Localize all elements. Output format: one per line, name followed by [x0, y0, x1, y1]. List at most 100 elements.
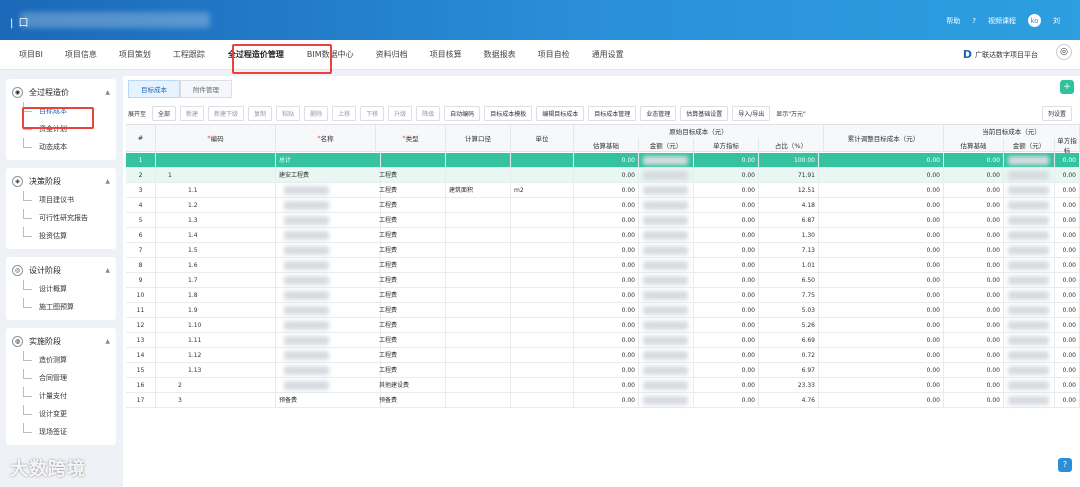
nav-item-2[interactable]: 项目策划 [108, 49, 162, 60]
blurred-amount [643, 336, 688, 345]
sidebar-item-0-2[interactable]: 动态成本 [6, 138, 116, 156]
table-row[interactable]: 2 1 建安工程费 工程费 0.00 0.00 71.91 0.00 0.00 0.00 [126, 168, 1080, 183]
toolbar-button-9[interactable]: 自动编码 [444, 105, 481, 121]
cell-base: 0.00 [574, 183, 639, 198]
blurred-amount [643, 396, 688, 405]
expand-select[interactable]: 全部 [152, 105, 177, 121]
sidebar-item-3-2[interactable]: 计量支付 [6, 387, 116, 405]
table-row[interactable]: 15 1.13 工程费 0.00 0.00 6.97 0.00 0.00 0.00 [126, 363, 1080, 378]
column-settings-button[interactable]: 列设置 [1041, 105, 1072, 121]
table-row[interactable]: 4 1.2 工程费 0.00 0.00 4.18 0.00 0.00 0.00 [126, 198, 1080, 213]
table-row[interactable]: 10 1.8 工程费 0.00 0.00 7.75 0.00 0.00 0.00 [126, 288, 1080, 303]
blurred-name [284, 231, 329, 240]
tab-target-cost[interactable]: 目标成本 [128, 80, 180, 98]
cell-adj: 0.00 [824, 153, 944, 168]
cell-type: 预备费 [376, 393, 446, 408]
nav-item-0[interactable]: 项目BI [8, 49, 54, 60]
sidebar-group-header-1[interactable]: ◈ 决策阶段 ▲ [6, 172, 116, 191]
sidebar-item-3-4[interactable]: 现场签证 [6, 423, 116, 441]
cell-cu: 0.00 [1055, 243, 1080, 258]
toolbar-button-15[interactable]: 导入/导出 [732, 105, 771, 121]
cell-cu: 0.00 [1055, 153, 1080, 168]
nav-item-7[interactable]: 项目核算 [419, 49, 473, 60]
nav-item-9[interactable]: 项目自检 [527, 49, 581, 60]
cell-ui: 0.00 [694, 168, 759, 183]
blurred-amount [1008, 261, 1049, 270]
sidebar-item-3-3[interactable]: 设计变更 [6, 405, 116, 423]
help-link[interactable]: 帮助 [946, 16, 960, 26]
cell-n: 15 [126, 363, 156, 378]
toolbar-button-12[interactable]: 目标成本管理 [588, 105, 637, 121]
toolbar-button-10[interactable]: 目标成本模板 [484, 105, 533, 121]
nav-item-8[interactable]: 数据报表 [473, 49, 527, 60]
video-course-link[interactable]: 视频课程 [988, 16, 1016, 26]
cell-type: 工程费 [376, 318, 446, 333]
cell-calc [446, 393, 511, 408]
avatar[interactable]: ko [1028, 14, 1041, 27]
table-row[interactable]: 1 总计 0.00 0.00 100.00 0.00 0.00 0.00 [126, 153, 1080, 168]
window-icon[interactable]: ◎ [1056, 44, 1072, 60]
toolbar-button-13[interactable]: 业态管理 [640, 105, 677, 121]
toolbar-button-0[interactable]: 新建 [180, 105, 205, 121]
nav-item-6[interactable]: 资料归档 [365, 49, 419, 60]
cell-calc [446, 198, 511, 213]
table-row[interactable]: 13 1.11 工程费 0.00 0.00 6.69 0.00 0.00 0.00 [126, 333, 1080, 348]
table-row[interactable]: 8 1.6 工程费 0.00 0.00 1.01 0.00 0.00 0.00 [126, 258, 1080, 273]
sidebar-group-header-0[interactable]: ◉ 全过程造价 ▲ [6, 83, 116, 102]
sidebar-item-2-0[interactable]: 设计概算 [6, 280, 116, 298]
toolbar-button-2[interactable]: 复制 [248, 105, 273, 121]
table-row[interactable]: 16 2 其他建设费 0.00 0.00 23.33 0.00 0.00 0.00 [126, 378, 1080, 393]
table-row[interactable]: 11 1.9 工程费 0.00 0.00 5.03 0.00 0.00 0.00 [126, 303, 1080, 318]
blurred-name [284, 201, 329, 210]
cell-ratio: 6.69 [759, 333, 819, 348]
table-row[interactable]: 12 1.10 工程费 0.00 0.00 5.26 0.00 0.00 0.00 [126, 318, 1080, 333]
cell-base: 0.00 [574, 153, 639, 168]
toolbar-button-11[interactable]: 编辑目标成本 [536, 105, 585, 121]
floating-help-icon[interactable]: ? [1058, 458, 1072, 472]
top-bar: | 口 帮助 ? 视频课程 ko 刘 [0, 0, 1080, 40]
table-row[interactable]: 6 1.4 工程费 0.00 0.00 1.30 0.00 0.00 0.00 [126, 228, 1080, 243]
cell-ui: 0.00 [694, 288, 759, 303]
cell-code [156, 153, 276, 168]
help-icon[interactable]: ? [972, 17, 976, 25]
chevron-up-icon[interactable]: ▲ [105, 89, 110, 96]
cell-adj: 0.00 [824, 348, 944, 363]
sidebar-item-3-0[interactable]: 造价测算 [6, 351, 116, 369]
sidebar-item-2-1[interactable]: 施工图预算 [6, 298, 116, 316]
table-row[interactable]: 5 1.3 工程费 0.00 0.00 6.87 0.00 0.00 0.00 [126, 213, 1080, 228]
sidebar-group-header-2[interactable]: ◎ 设计阶段 ▲ [6, 261, 116, 280]
platform-label[interactable]: D 广联达数字项目平台 [963, 48, 1038, 61]
nav-item-10[interactable]: 通用设置 [581, 49, 635, 60]
sidebar-item-1-2[interactable]: 投资估算 [6, 227, 116, 245]
toolbar-button-5[interactable]: 上移 [332, 105, 357, 121]
nav-item-1[interactable]: 项目信息 [54, 49, 108, 60]
toolbar-button-6[interactable]: 下移 [360, 105, 385, 121]
toolbar-button-4[interactable]: 删除 [304, 105, 329, 121]
chevron-up-icon[interactable]: ▲ [105, 267, 110, 274]
chevron-up-icon[interactable]: ▲ [105, 178, 110, 185]
nav-item-3[interactable]: 工程跟踪 [162, 49, 216, 60]
cell-n: 1 [126, 153, 156, 168]
cell-type: 工程费 [376, 168, 446, 183]
toolbar-button-3[interactable]: 粘贴 [276, 105, 301, 121]
sidebar-item-1-1[interactable]: 可行性研究报告 [6, 209, 116, 227]
show-wan-checkbox[interactable]: 显示"万元" [774, 107, 808, 120]
table-row[interactable]: 9 1.7 工程费 0.00 0.00 6.50 0.00 0.00 0.00 [126, 273, 1080, 288]
table-row[interactable]: 7 1.5 工程费 0.00 0.00 7.13 0.00 0.00 0.00 [126, 243, 1080, 258]
main-nav: 项目BI 项目信息 项目策划 工程跟踪 全过程造价管理 BIM数据中心 资料归档 项目核算 数据… [0, 40, 1080, 70]
add-icon[interactable]: + [1060, 80, 1074, 94]
chevron-up-icon[interactable]: ▲ [105, 338, 110, 345]
toolbar-button-1[interactable]: 新建下级 [208, 105, 245, 121]
sidebar-group-header-3[interactable]: ◍ 实施阶段 ▲ [6, 332, 116, 351]
blurred-project-title [20, 12, 210, 28]
sidebar-item-3-1[interactable]: 合同管理 [6, 369, 116, 387]
tab-attachments[interactable]: 附件管理 [180, 80, 232, 98]
sidebar-item-1-0[interactable]: 项目建议书 [6, 191, 116, 209]
user-name[interactable]: 刘 [1053, 16, 1060, 26]
toolbar-button-14[interactable]: 估算基础设置 [680, 105, 729, 121]
table-row[interactable]: 3 1.1 工程费 建筑面积 m2 0.00 0.00 12.51 0.00 0.00 0.00 [126, 183, 1080, 198]
table-row[interactable]: 14 1.12 工程费 0.00 0.00 0.72 0.00 0.00 0.00 [126, 348, 1080, 363]
table-row[interactable]: 17 3 预备费 预备费 0.00 0.00 4.76 0.00 0.00 0.00 [126, 393, 1080, 408]
toolbar-button-8[interactable]: 降级 [416, 105, 441, 121]
toolbar-button-7[interactable]: 升级 [388, 105, 413, 121]
